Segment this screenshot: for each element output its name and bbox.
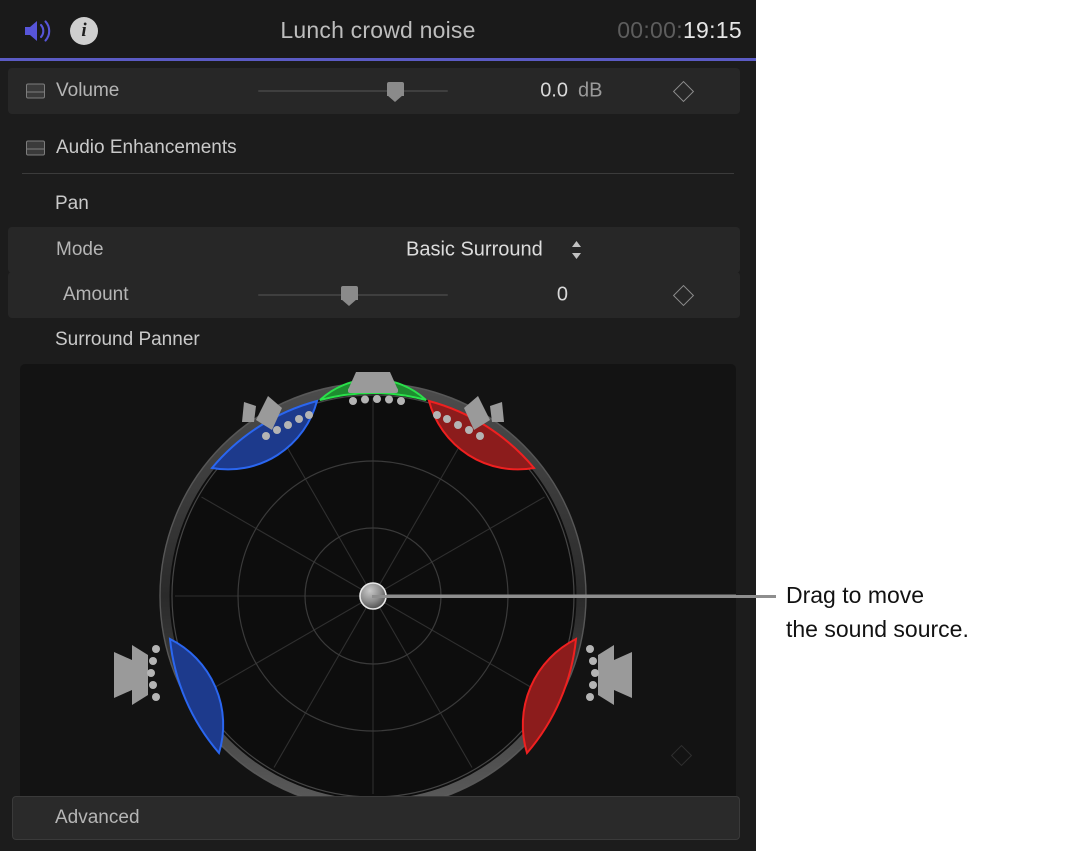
advanced-label: Advanced: [55, 807, 140, 829]
audio-enhancements-enable-checkbox[interactable]: [26, 141, 45, 156]
callout-line-1: Drag to move: [786, 578, 1076, 612]
chevron-up-down-icon[interactable]: [570, 239, 583, 261]
timecode-dim-part: 00:00:: [617, 17, 683, 43]
volume-keyframe-button[interactable]: [673, 80, 694, 101]
pan-amount-slider[interactable]: [258, 285, 448, 305]
audio-enhancements-label: Audio Enhancements: [56, 137, 237, 159]
callout-annotation: Drag to move the sound source.: [786, 578, 1076, 646]
pan-mode-label: Mode: [56, 239, 104, 261]
surround-panner-graphic[interactable]: [20, 364, 736, 800]
pan-group-header: Pan: [0, 184, 756, 224]
volume-row: Volume 0.0 dB: [8, 68, 740, 114]
right-surround-speaker-icon: [586, 645, 632, 705]
surround-panner-widget[interactable]: [20, 364, 736, 800]
callout-line-2: the sound source.: [786, 612, 1076, 646]
pan-amount-row: Amount 0: [8, 272, 740, 318]
left-surround-speaker-icon: [114, 645, 160, 705]
surround-panner-label: Surround Panner: [55, 329, 200, 351]
pan-amount-label: Amount: [63, 284, 128, 306]
callout-leader-line: [372, 595, 776, 598]
pan-amount-value[interactable]: 0: [498, 284, 568, 307]
volume-slider-thumb[interactable]: [387, 82, 404, 96]
pan-mode-row: Mode Basic Surround: [8, 227, 740, 273]
surround-panner-header: Surround Panner: [0, 320, 756, 360]
pan-label: Pan: [55, 193, 89, 215]
section-divider: [22, 173, 734, 174]
timecode-main-part: 19:15: [683, 17, 742, 43]
audio-enhancements-section-header: Audio Enhancements: [0, 125, 756, 171]
pan-amount-slider-thumb[interactable]: [341, 286, 358, 300]
pan-amount-keyframe-button[interactable]: [673, 284, 694, 305]
volume-label: Volume: [56, 80, 119, 102]
inspector-header: i Lunch crowd noise 00:00:19:15: [0, 0, 756, 61]
volume-slider[interactable]: [258, 81, 448, 101]
volume-slider-track: [258, 90, 448, 92]
timecode-display[interactable]: 00:00:19:15: [617, 17, 742, 44]
pan-mode-popup-value[interactable]: Basic Surround: [406, 239, 543, 262]
volume-unit: dB: [578, 80, 602, 103]
audio-inspector-panel: i Lunch crowd noise 00:00:19:15 Volume 0…: [0, 0, 756, 851]
advanced-disclosure-button[interactable]: Advanced: [12, 796, 740, 840]
volume-value[interactable]: 0.0: [468, 80, 568, 103]
volume-enable-checkbox[interactable]: [26, 84, 45, 99]
